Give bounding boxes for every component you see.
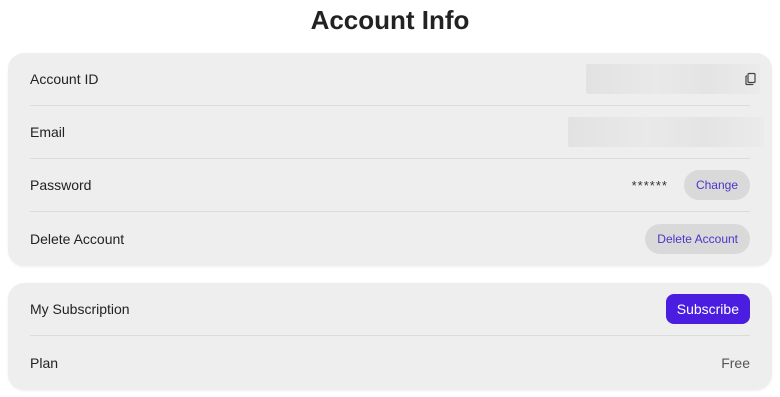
subscribe-button[interactable]: Subscribe [665,294,750,324]
password-value-group: ****** Change [632,170,750,200]
account-id-label: Account ID [30,71,99,87]
plan-value: Free [721,354,750,371]
password-row: Password ****** Change [30,159,750,212]
copy-icon[interactable] [744,72,758,86]
delete-account-row: Delete Account Delete Account [30,212,750,265]
account-id-value-group [586,64,760,94]
subscription-card: My Subscription Subscribe Plan Free [8,283,772,390]
subscription-group: Subscribe [665,294,750,324]
delete-account-label: Delete Account [30,230,125,247]
email-row: Email [30,106,764,159]
password-label: Password [30,177,92,193]
delete-account-button[interactable]: Delete Account [645,223,750,254]
subscription-label: My Subscription [30,301,130,317]
account-id-value-redacted [586,64,760,94]
account-card: Account ID Email Password ****** Change … [8,53,772,266]
subscription-row: My Subscription Subscribe [30,283,750,336]
plan-label: Plan [30,354,59,371]
email-value-redacted [568,117,764,147]
email-value-group [568,117,764,147]
password-mask: ****** [631,177,668,193]
page-title: Account Info [310,5,470,35]
delete-account-group: Delete Account [645,223,750,254]
account-id-row: Account ID [30,53,760,106]
plan-row: Plan Free [30,336,750,389]
email-label: Email [30,124,66,140]
change-password-button[interactable]: Change [683,170,750,200]
